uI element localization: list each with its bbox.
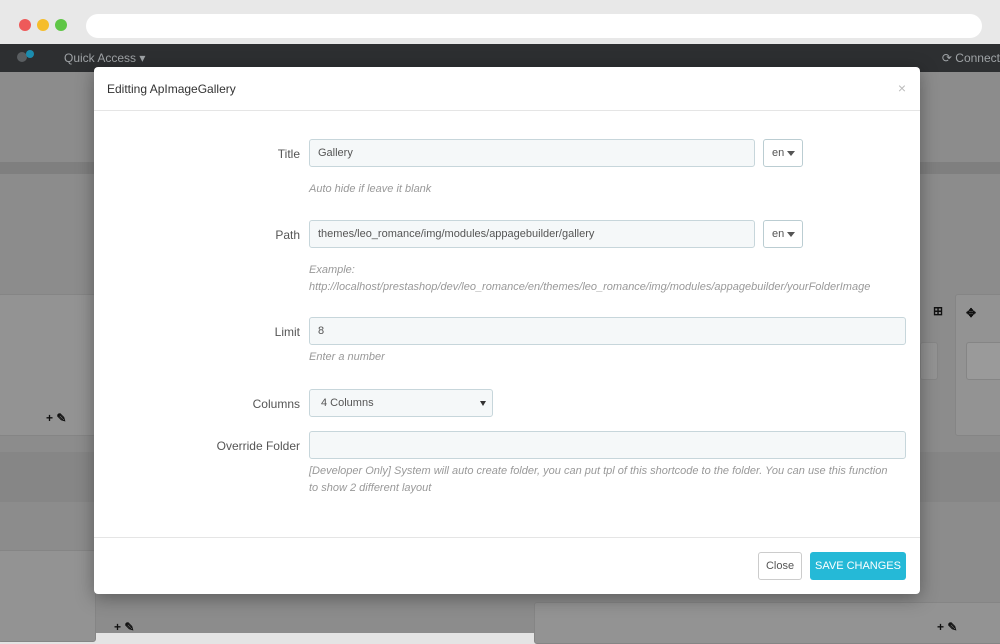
columns-selected-value: 4 Columns — [321, 397, 374, 409]
window-close-dot[interactable] — [19, 19, 31, 31]
close-icon[interactable]: × — [898, 80, 906, 96]
address-bar[interactable] — [86, 14, 982, 38]
refresh-icon: ⟳ — [941, 51, 952, 65]
save-changes-button[interactable]: SAVE CHANGES — [810, 552, 906, 580]
modal-title: Editting ApImageGallery — [107, 82, 236, 96]
bg-input — [920, 342, 938, 380]
quick-access-menu[interactable]: Quick Access ▾ — [64, 51, 145, 65]
add-icon[interactable]: ⊞ — [933, 304, 943, 318]
path-help-label: Example: — [309, 264, 355, 276]
edit-modal: Editting ApImageGallery × Title Gallery … — [94, 67, 920, 594]
bg-panel-bottom-right — [534, 602, 1000, 644]
override-folder-label: Override Folder — [216, 439, 300, 453]
path-lang-dropdown[interactable]: en — [763, 220, 803, 248]
columns-select[interactable]: 4 Columns — [309, 389, 493, 417]
title-input[interactable]: Gallery — [309, 139, 755, 167]
bg-panel-bottom-left — [0, 550, 96, 642]
limit-input[interactable]: 8 — [309, 317, 906, 345]
logo-icon — [17, 50, 34, 62]
connect-label: Connect — [955, 51, 1000, 65]
modal-footer: Close SAVE CHANGES — [94, 537, 920, 595]
title-lang-dropdown[interactable]: en — [763, 139, 803, 167]
bg-add-edit-icons[interactable]: + ✎ — [937, 620, 957, 634]
override-folder-input[interactable] — [309, 431, 906, 459]
caret-down-icon — [787, 150, 796, 156]
modal-header: Editting ApImageGallery × — [94, 67, 920, 111]
caret-down-icon: ▾ — [139, 51, 146, 65]
title-lang-label: en — [772, 147, 785, 159]
caret-down-icon — [787, 231, 796, 237]
quick-access-label: Quick Access — [64, 51, 137, 65]
bg-add-edit-icons[interactable]: + ✎ — [114, 620, 134, 634]
path-help-example: http://localhost/prestashop/dev/leo_roma… — [309, 281, 871, 293]
move-icon[interactable]: ✥ — [966, 306, 976, 320]
window-maximize-dot[interactable] — [55, 19, 67, 31]
path-label: Path — [275, 228, 300, 242]
connect-link[interactable]: ⟳ Connect — [942, 51, 1000, 65]
path-lang-label: en — [772, 228, 785, 240]
override-folder-help: [Developer Only] System will auto create… — [309, 465, 888, 494]
bg-grid-button — [966, 342, 1000, 380]
limit-label: Limit — [274, 325, 300, 339]
title-label: Title — [277, 147, 300, 161]
columns-label: Columns — [252, 397, 300, 411]
limit-help: Enter a number — [309, 351, 385, 363]
bg-add-edit-icons[interactable]: + ✎ — [46, 411, 66, 425]
title-help: Auto hide if leave it blank — [309, 183, 432, 195]
close-button[interactable]: Close — [758, 552, 802, 580]
window-minimize-dot[interactable] — [37, 19, 49, 31]
path-input[interactable]: themes/leo_romance/img/modules/appagebui… — [309, 220, 755, 248]
select-arrow-icon — [480, 401, 486, 406]
